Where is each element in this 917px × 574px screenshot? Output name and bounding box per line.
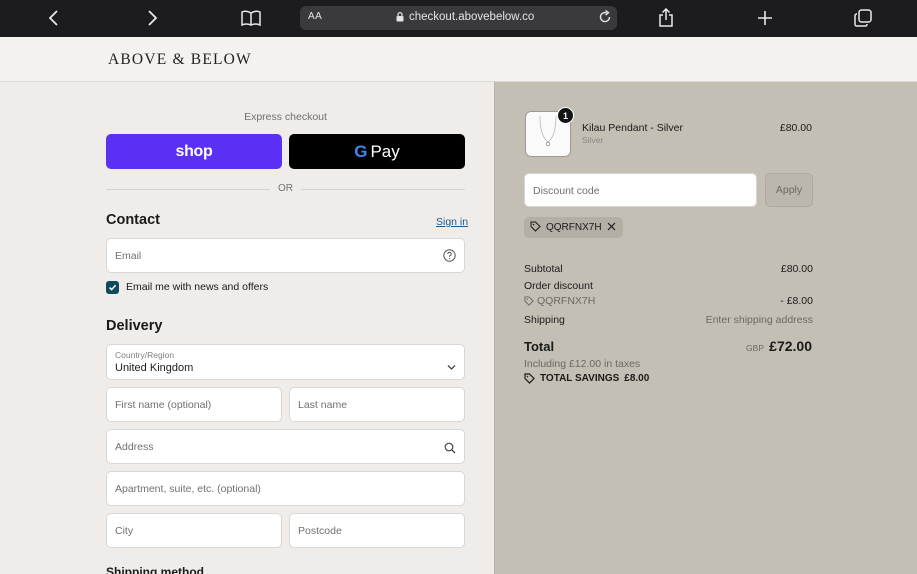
url-text: checkout.abovebelow.co — [409, 11, 535, 23]
store-header: ABOVE & BELOW — [0, 37, 917, 82]
country-label: Country/Region — [115, 350, 175, 360]
quantity-badge: 1 — [557, 107, 574, 124]
order-discount-row: Order discount — [524, 280, 813, 292]
city-field[interactable]: City — [106, 513, 282, 548]
delivery-title: Delivery — [106, 318, 163, 334]
discount-code-input[interactable]: Discount code — [524, 173, 757, 207]
total-value: £72.00 — [769, 338, 812, 354]
or-label: OR — [278, 183, 293, 194]
remove-discount-icon[interactable] — [607, 222, 616, 234]
order-summary: 1 Kilau Pendant - Silver Silver £80.00 D… — [494, 82, 917, 574]
address-bar[interactable]: AA checkout.abovebelow.co — [300, 6, 617, 30]
shipping-value: Enter shipping address — [705, 314, 813, 326]
lock-icon — [396, 12, 404, 25]
or-divider: OR — [106, 183, 465, 195]
reload-icon[interactable] — [598, 9, 612, 27]
email-field[interactable]: Email — [106, 238, 465, 273]
tag-icon — [524, 296, 534, 306]
bookmarks-icon[interactable] — [238, 6, 264, 30]
new-tab-icon[interactable] — [752, 6, 778, 30]
first-name-field[interactable]: First name (optional) — [106, 387, 282, 422]
country-value: United Kingdom — [115, 362, 194, 374]
last-name-placeholder: Last name — [298, 399, 348, 411]
tax-note: Including £12.00 in taxes — [524, 358, 641, 370]
shipping-label: Shipping — [524, 314, 565, 326]
shipping-row: Shipping Enter shipping address — [524, 314, 813, 326]
email-placeholder: Email — [115, 250, 142, 262]
apartment-field[interactable]: Apartment, suite, etc. (optional) — [106, 471, 465, 506]
total-savings: TOTAL SAVINGS £8.00 — [524, 373, 649, 384]
postcode-placeholder: Postcode — [298, 525, 342, 537]
apartment-placeholder: Apartment, suite, etc. (optional) — [115, 483, 261, 495]
apply-discount-button[interactable]: Apply — [765, 173, 813, 207]
applied-code: QQRFNX7H — [546, 222, 602, 233]
discount-code-row: QQRFNX7H - £8.00 — [524, 295, 813, 309]
order-discount-label: Order discount — [524, 280, 593, 292]
discount-value: - £8.00 — [780, 295, 813, 307]
postcode-field[interactable]: Postcode — [289, 513, 465, 548]
address-placeholder: Address — [115, 441, 154, 453]
help-icon[interactable] — [443, 249, 456, 267]
express-checkout-label: Express checkout — [244, 111, 327, 123]
product-price: £80.00 — [779, 122, 812, 134]
country-select[interactable]: Country/Region United Kingdom — [106, 344, 465, 380]
search-icon — [444, 441, 456, 459]
chevron-down-icon — [447, 358, 456, 376]
savings-value: £8.00 — [624, 373, 650, 384]
tag-icon — [524, 373, 535, 384]
newsletter-checkbox-row[interactable]: Email me with news and offers — [106, 280, 268, 294]
browser-toolbar: AA checkout.abovebelow.co — [0, 0, 917, 37]
shop-pay-button[interactable]: shop — [106, 134, 282, 169]
back-icon[interactable] — [41, 6, 67, 30]
last-name-field[interactable]: Last name — [289, 387, 465, 422]
forward-icon[interactable] — [139, 6, 165, 30]
total-label: Total — [524, 339, 555, 354]
text-size-button[interactable]: AA — [308, 11, 322, 22]
product-variant: Silver — [582, 135, 604, 145]
savings-label: TOTAL SAVINGS — [540, 373, 620, 384]
sign-in-link[interactable]: Sign in — [436, 216, 468, 228]
newsletter-label: Email me with news and offers — [126, 281, 269, 293]
discount-code-text: QQRFNX7H — [537, 295, 596, 307]
subtotal-label: Subtotal — [524, 263, 563, 275]
tabs-overview-icon[interactable] — [850, 6, 876, 30]
subtotal-value: £80.00 — [780, 263, 813, 275]
contact-title: Contact — [106, 212, 160, 228]
shipping-method-title: Shipping method — [106, 565, 204, 574]
tag-icon — [530, 221, 541, 235]
product-name: Kilau Pendant - Silver — [582, 122, 683, 134]
checkout-form: Express checkout shop G Pay OR Contact S… — [0, 82, 494, 574]
google-g-icon: G — [354, 141, 368, 161]
discount-code-label: QQRFNX7H — [524, 295, 595, 307]
address-field[interactable]: Address — [106, 429, 465, 464]
subtotal-row: Subtotal £80.00 — [524, 263, 813, 275]
total-currency: GBP — [746, 343, 764, 353]
city-placeholder: City — [115, 525, 134, 537]
store-logo[interactable]: ABOVE & BELOW — [108, 51, 252, 69]
share-icon[interactable] — [653, 6, 679, 30]
discount-placeholder: Discount code — [533, 185, 600, 197]
google-pay-label: Pay — [370, 141, 400, 161]
applied-discount-chip: QQRFNX7H — [524, 217, 623, 238]
newsletter-checkbox[interactable] — [106, 280, 119, 294]
first-name-placeholder: First name (optional) — [115, 399, 212, 411]
google-pay-button[interactable]: G Pay — [289, 134, 465, 169]
